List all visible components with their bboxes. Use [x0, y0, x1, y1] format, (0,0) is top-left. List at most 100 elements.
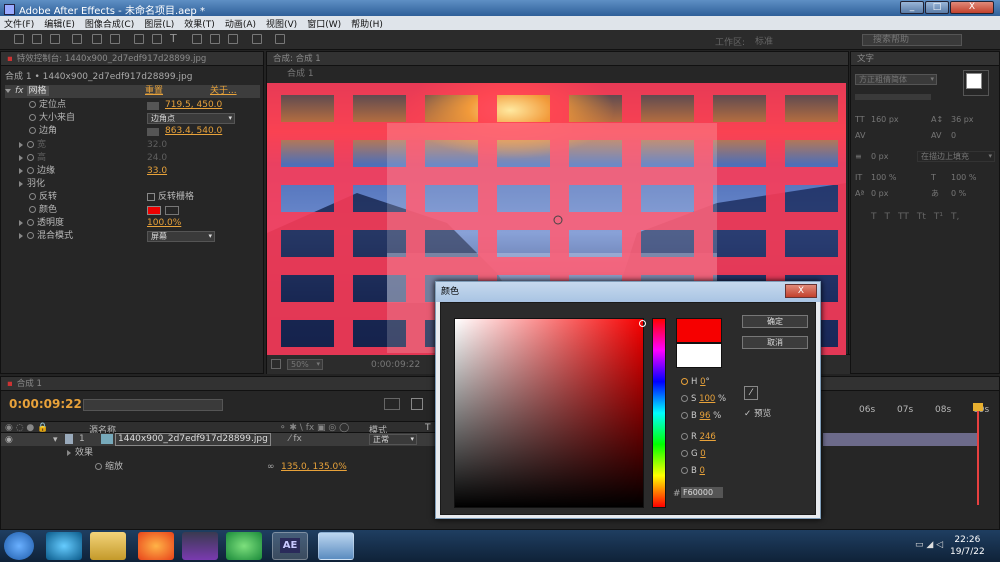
menu-animation[interactable]: 动画(A) — [225, 17, 256, 30]
layer-row[interactable]: ◉ ▾ 1 1440x900_2d7edf917d28899.jpg ⁄ fx … — [1, 433, 435, 446]
effect-about-link[interactable]: 关于... — [210, 85, 237, 98]
color-swatch[interactable] — [147, 206, 161, 215]
effect-header-row[interactable]: fx 网格 重置 关于... — [5, 85, 260, 98]
hue-slider[interactable] — [652, 318, 666, 508]
selection-tool-icon[interactable] — [14, 34, 24, 44]
time-indicator-handle[interactable] — [973, 403, 983, 411]
font-size-value[interactable]: 160 px — [871, 114, 899, 125]
time-ruler[interactable]: 06s 07s 08s 09s — [823, 399, 993, 419]
all-caps-button[interactable]: TT — [898, 212, 909, 222]
hand-tool-icon[interactable] — [32, 34, 42, 44]
always-preview-icon[interactable] — [271, 359, 281, 369]
stopwatch-icon[interactable] — [27, 219, 34, 226]
menu-effect[interactable]: 效果(T) — [184, 17, 215, 30]
superscript-button[interactable]: T¹ — [934, 212, 943, 222]
stopwatch-icon[interactable] — [29, 193, 36, 200]
prop-feather[interactable]: 羽化 — [19, 178, 45, 191]
draft-3d-icon[interactable] — [411, 398, 423, 410]
stopwatch-icon[interactable] — [29, 114, 36, 121]
green-app-icon[interactable] — [226, 532, 262, 560]
small-caps-button[interactable]: Tt — [917, 212, 926, 222]
stroke-width-value[interactable]: 0 px — [871, 151, 888, 162]
character-tab[interactable]: 文字 — [851, 52, 999, 66]
crosshair-icon[interactable] — [147, 102, 159, 110]
layer-duration-bar[interactable] — [823, 433, 979, 446]
app-window-icon[interactable] — [318, 532, 354, 560]
tray-icons[interactable]: ▭ ◢ ◁ — [915, 540, 943, 550]
hue-field[interactable]: H 0° — [681, 376, 710, 388]
prop-blend-mode[interactable]: 混合模式 — [19, 230, 73, 243]
saturation-brightness-field[interactable] — [454, 318, 646, 508]
menu-window[interactable]: 窗口(W) — [307, 17, 341, 30]
mask-tool-icon[interactable] — [134, 34, 144, 44]
tsume-value[interactable]: 0 % — [951, 188, 966, 199]
stopwatch-icon[interactable] — [95, 463, 102, 470]
layer-search-input[interactable] — [83, 399, 223, 411]
old-color-swatch[interactable] — [676, 343, 722, 368]
size-from-dropdown[interactable]: 边角点 — [147, 113, 235, 124]
corner-value[interactable]: 863.4, 540.0 — [165, 125, 222, 138]
current-time-display[interactable]: 0:00:09:22 — [9, 397, 82, 411]
clone-stamp-tool-icon[interactable] — [210, 34, 220, 44]
leading-value[interactable]: 36 px — [951, 114, 974, 125]
layer-mode-dropdown[interactable]: 正常 — [369, 434, 417, 445]
preview-checkbox[interactable]: ✓ 预览 — [744, 407, 771, 419]
menu-file[interactable]: 文件(F) — [4, 17, 34, 30]
font-family-dropdown[interactable]: 方正粗倩简体 — [855, 74, 937, 85]
green-field[interactable]: G 0 — [681, 448, 706, 460]
eye-icon[interactable]: ◉ — [5, 435, 13, 445]
eraser-tool-icon[interactable] — [228, 34, 238, 44]
panel-close-icon[interactable]: ▪ — [7, 379, 13, 389]
ok-button[interactable]: 确定 — [742, 315, 808, 328]
opacity-value[interactable]: 100.0% — [147, 217, 181, 230]
blend-mode-dropdown[interactable]: 屏幕 — [147, 231, 215, 242]
puppet-tool-icon[interactable] — [275, 34, 285, 44]
cancel-button[interactable]: 取消 — [742, 336, 808, 349]
start-button[interactable] — [4, 532, 34, 560]
invert-grid-checkbox[interactable]: 反转栅格 — [147, 191, 194, 204]
crosshair-icon[interactable] — [147, 128, 159, 136]
faux-bold-button[interactable]: T — [871, 212, 877, 222]
menu-edit[interactable]: 编辑(E) — [44, 17, 75, 30]
composition-tab[interactable]: 合成: 合成 1 — [267, 52, 848, 66]
zoom-tool-icon[interactable] — [50, 34, 60, 44]
eyedropper-icon[interactable]: ⁄ — [744, 386, 758, 400]
search-help-input[interactable]: 搜索帮助 — [862, 34, 962, 46]
pen-tool-icon[interactable] — [152, 34, 162, 44]
stopwatch-icon[interactable] — [27, 167, 34, 174]
fill-stroke-swatch[interactable] — [963, 70, 989, 96]
baseline-shift-value[interactable]: 0 px — [871, 188, 888, 199]
file-explorer-icon[interactable] — [90, 532, 126, 560]
scale-value[interactable]: 135.0, 135.0% — [281, 461, 347, 474]
clock[interactable]: 22:26 19/7/22 — [950, 534, 985, 558]
layer-label-color[interactable] — [65, 434, 73, 444]
maximize-button[interactable]: □ — [925, 1, 949, 14]
saturation-field[interactable]: S 100 % — [681, 393, 726, 405]
faux-italic-button[interactable]: T — [885, 212, 891, 222]
pan-behind-tool-icon[interactable] — [110, 34, 120, 44]
layer-name[interactable]: 1440x900_2d7edf917d28899.jpg — [115, 433, 271, 446]
brush-tool-icon[interactable] — [192, 34, 202, 44]
stroke-mode-dropdown[interactable]: 在描边上填充 — [917, 151, 995, 162]
menu-help[interactable]: 帮助(H) — [351, 17, 383, 30]
color-field-marker[interactable] — [639, 320, 646, 327]
workspace-select[interactable]: 标准 — [755, 34, 825, 47]
layer-expand-icon[interactable]: ▾ — [53, 435, 58, 445]
panel-close-icon[interactable]: ▪ — [7, 54, 13, 64]
close-button[interactable]: X — [950, 1, 994, 14]
menu-composition[interactable]: 图像合成(C) — [85, 17, 134, 30]
anchor-point-value[interactable]: 719.5, 450.0 — [165, 99, 222, 112]
border-value[interactable]: 33.0 — [147, 165, 167, 178]
hex-input[interactable]: F60000 — [681, 487, 723, 498]
fill-color-swatch[interactable] — [966, 73, 982, 89]
red-field[interactable]: R 246 — [681, 431, 716, 443]
stopwatch-icon[interactable] — [27, 232, 34, 239]
brightness-field[interactable]: B 96 % — [681, 410, 721, 422]
effect-controls-tab[interactable]: ▪ 特效控制台: 1440x900_2d7edf917d28899.jpg — [1, 52, 263, 66]
dialog-close-button[interactable]: X — [785, 284, 817, 298]
media-app-icon[interactable] — [46, 532, 82, 560]
effects-group-row[interactable]: 效果 — [67, 447, 93, 460]
zoom-dropdown[interactable]: 50% — [287, 359, 323, 370]
constrain-proportions-icon[interactable]: ∞ — [267, 461, 275, 474]
comp-time-display[interactable]: 0:00:09:22 — [371, 360, 420, 370]
